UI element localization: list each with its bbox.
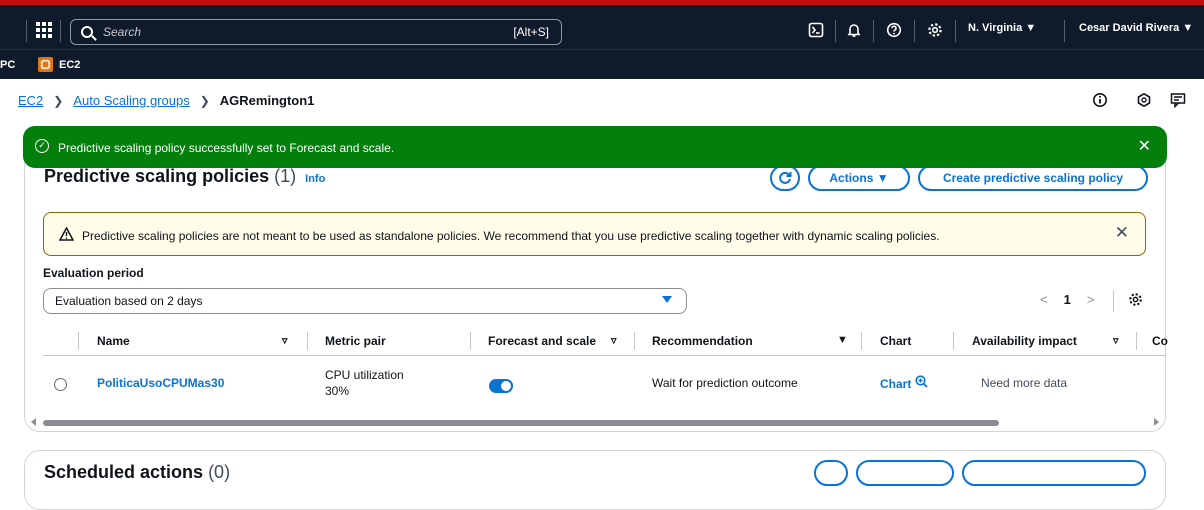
- policy-count: (1): [274, 166, 297, 186]
- scroll-right-arrow-icon[interactable]: [1154, 418, 1159, 426]
- chart-link-label: Chart: [880, 377, 912, 391]
- info-link[interactable]: Info: [305, 173, 325, 185]
- prev-page-button[interactable]: <: [1040, 292, 1048, 307]
- warning-alert: Predictive scaling policies are not mean…: [43, 212, 1146, 256]
- zoom-in-icon: [915, 375, 928, 391]
- next-page-button[interactable]: >: [1087, 292, 1095, 307]
- evaluation-period-label: Evaluation period: [43, 266, 144, 280]
- security-hexagon-icon[interactable]: [1136, 92, 1152, 108]
- cloudshell-icon[interactable]: [808, 22, 824, 38]
- create-scheduled-action-button[interactable]: [962, 460, 1146, 486]
- sort-caret-icon[interactable]: ▿: [1113, 334, 1119, 347]
- breadcrumb: EC2 ❯ Auto Scaling groups ❯ AGRemington1: [18, 93, 314, 108]
- search-shortcut: [Alt+S]: [513, 25, 549, 39]
- row-radio-button[interactable]: [54, 378, 67, 391]
- scrollbar-thumb[interactable]: [43, 420, 999, 426]
- refresh-button[interactable]: [770, 165, 800, 191]
- evaluation-period-value: Evaluation based on 2 days: [55, 294, 203, 308]
- forecast-and-scale-toggle[interactable]: [489, 379, 513, 393]
- chevron-right-icon: ❯: [199, 93, 210, 108]
- col-availability-impact[interactable]: Availability impact: [972, 334, 1077, 348]
- warning-message: Predictive scaling policies are not mean…: [82, 229, 940, 243]
- breadcrumb-current: AGRemington1: [219, 93, 315, 108]
- flash-message: Predictive scaling policy successfully s…: [58, 141, 395, 155]
- account-menu[interactable]: Cesar David Rivera ▼: [1079, 22, 1193, 34]
- panel-title: Predictive scaling policies (1) Info: [44, 166, 325, 187]
- col-chart: Chart: [880, 334, 912, 348]
- scheduled-actions-button[interactable]: [856, 460, 954, 486]
- table-header: Name ▿ Metric pair Forecast and scale ▿ …: [43, 326, 1168, 356]
- region-selector[interactable]: N. Virginia ▼: [968, 22, 1036, 34]
- scheduled-refresh-button[interactable]: [814, 460, 848, 486]
- scheduled-actions-title-text: Scheduled actions: [44, 462, 204, 482]
- scheduled-actions-title: Scheduled actions (0): [44, 462, 230, 483]
- actions-dropdown-button[interactable]: Actions ▼: [808, 165, 910, 191]
- preferences-gear-icon[interactable]: [1128, 292, 1143, 310]
- service-shortcuts-bar: PC EC2: [0, 49, 1204, 79]
- feedback-icon[interactable]: [1170, 92, 1186, 109]
- horizontal-scrollbar[interactable]: [27, 416, 1163, 430]
- table-row[interactable]: PoliticaUsoCPUMas30 CPU utilization 30% …: [43, 358, 1166, 410]
- availability-impact-cell: Need more data: [981, 376, 1068, 390]
- col-recommendation[interactable]: Recommendation: [652, 334, 753, 348]
- chart-link[interactable]: Chart: [880, 375, 928, 391]
- metric-pair-line1: CPU utilization: [325, 368, 404, 382]
- col-forecast-and-scale[interactable]: Forecast and scale: [488, 334, 596, 348]
- info-circle-icon[interactable]: [1092, 92, 1108, 108]
- top-navigation-bar: Search [Alt+S] N. Virginia ▼ Cesar David…: [0, 5, 1204, 49]
- success-flash-bar: ✓ Predictive scaling policy successfully…: [23, 126, 1167, 168]
- close-icon[interactable]: ✕: [1138, 136, 1151, 156]
- chevron-right-icon: ❯: [53, 93, 64, 108]
- ec2-shortcut[interactable]: EC2: [59, 59, 80, 71]
- pagination: < 1 >: [1040, 292, 1094, 307]
- col-truncated: Co: [1152, 334, 1168, 348]
- vpc-shortcut-partial[interactable]: PC: [0, 59, 15, 71]
- breadcrumb-auto-scaling-groups[interactable]: Auto Scaling groups: [73, 93, 189, 108]
- check-circle-icon: ✓: [35, 139, 49, 153]
- evaluation-period-select[interactable]: Evaluation based on 2 days: [43, 288, 687, 314]
- col-metric-pair: Metric pair: [325, 334, 386, 348]
- col-name[interactable]: Name: [97, 334, 130, 348]
- metric-pair-cell: CPU utilization 30%: [325, 367, 404, 399]
- policy-name-link[interactable]: PoliticaUsoCPUMas30: [97, 376, 224, 390]
- panel-title-text: Predictive scaling policies: [44, 166, 270, 186]
- help-icon[interactable]: [886, 22, 902, 38]
- recommendation-cell: Wait for prediction outcome: [652, 376, 798, 390]
- bell-icon[interactable]: [846, 22, 862, 38]
- ec2-service-icon[interactable]: [38, 57, 53, 72]
- search-icon: [81, 26, 93, 38]
- breadcrumb-ec2[interactable]: EC2: [18, 93, 43, 108]
- search-placeholder: Search: [103, 25, 142, 39]
- caret-down-icon: [662, 296, 672, 303]
- sort-caret-icon[interactable]: ▿: [282, 334, 288, 347]
- warning-icon: [58, 226, 75, 244]
- search-input[interactable]: Search [Alt+S]: [70, 19, 562, 45]
- create-policy-button[interactable]: Create predictive scaling policy: [918, 165, 1148, 191]
- sort-caret-icon[interactable]: ▿: [611, 334, 617, 347]
- services-grid-icon[interactable]: [36, 22, 52, 38]
- current-page[interactable]: 1: [1064, 292, 1071, 307]
- sort-caret-filled-icon[interactable]: ▼: [837, 334, 848, 346]
- metric-pair-line2: 30%: [325, 384, 350, 398]
- close-icon[interactable]: ✕: [1115, 223, 1129, 243]
- settings-icon[interactable]: [927, 22, 943, 38]
- scroll-left-arrow-icon[interactable]: [31, 418, 36, 426]
- scheduled-actions-count: (0): [208, 462, 231, 482]
